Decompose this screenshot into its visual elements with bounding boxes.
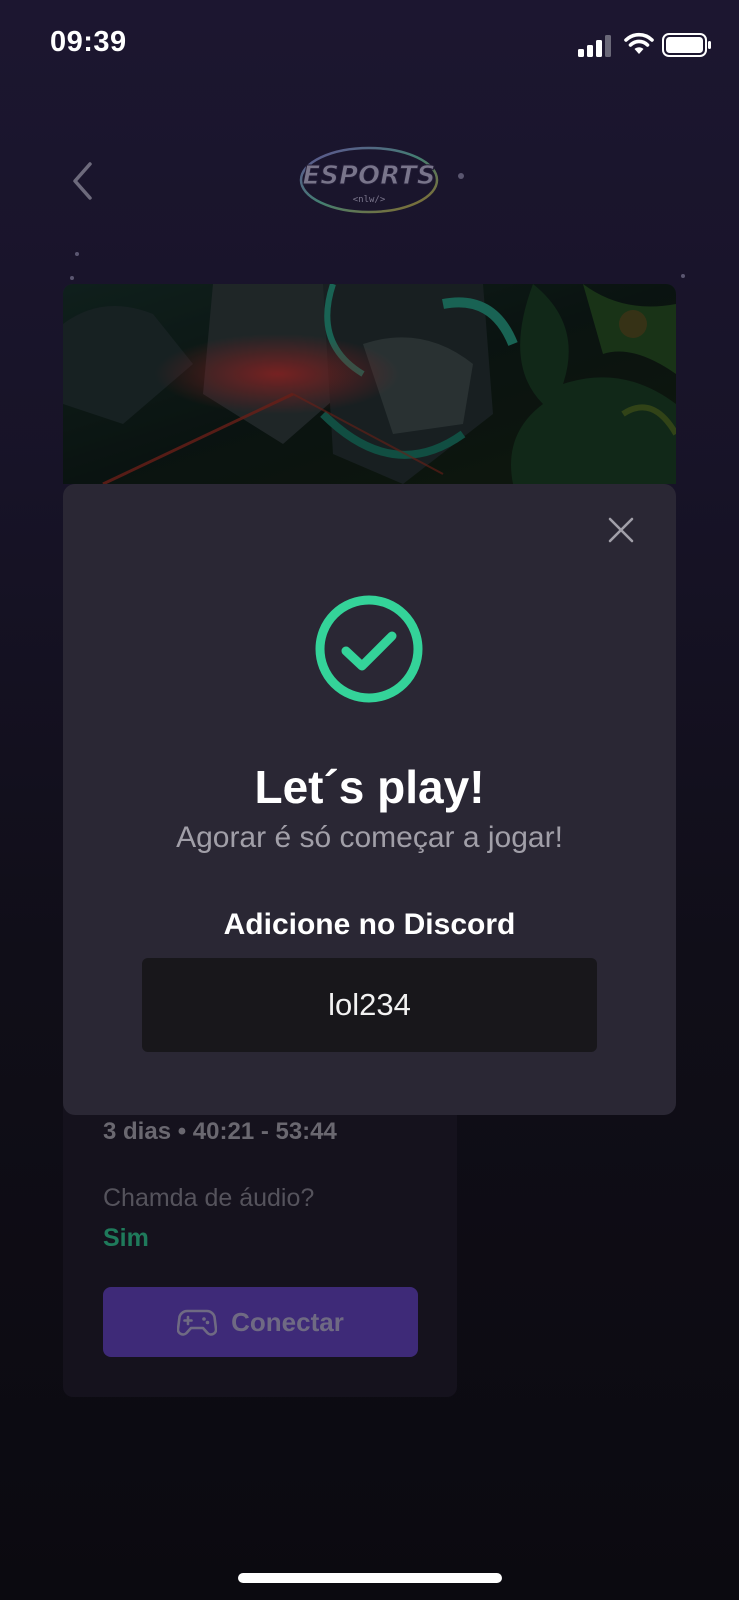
- svg-text:ESPORTS: ESPORTS: [303, 161, 436, 191]
- game-controller-icon: [177, 1309, 218, 1336]
- home-indicator[interactable]: [238, 1573, 502, 1583]
- esports-logo: ESPORTS <nlw/>: [299, 146, 439, 214]
- decorative-dot: [75, 252, 79, 256]
- connect-button[interactable]: Conectar: [103, 1287, 418, 1357]
- modal-subtitle: Agorar é só começar a jogar!: [176, 821, 563, 854]
- wifi-icon: [624, 32, 654, 54]
- status-bar: 09:39: [0, 0, 739, 90]
- discord-id-text: lol234: [328, 987, 411, 1022]
- check-circle-icon: [315, 595, 423, 703]
- decorative-dot: [70, 276, 74, 280]
- ad-audio-value: Sim: [103, 1224, 149, 1252]
- decorative-dot: [681, 274, 685, 278]
- ad-schedule: 3 dias • 40:21 - 53:44: [103, 1118, 337, 1145]
- success-modal: Let´s play! Agorar é só começar a jogar!…: [63, 484, 676, 1115]
- status-time: 09:39: [50, 26, 127, 58]
- discord-label: Adicione no Discord: [223, 908, 516, 941]
- modal-title: Let´s play!: [254, 761, 485, 813]
- chevron-left-icon: [73, 162, 92, 200]
- close-icon: [608, 517, 634, 543]
- cellular-signal-icon: [578, 35, 611, 57]
- discord-id-field[interactable]: lol234: [142, 958, 597, 1052]
- back-button[interactable]: [62, 158, 102, 204]
- decorative-dot: [458, 173, 464, 179]
- svg-text:<nlw/>: <nlw/>: [353, 195, 386, 205]
- game-banner-image: [63, 284, 676, 484]
- connect-button-label: Conectar: [231, 1306, 344, 1337]
- ad-audio-label: Chamda de áudio?: [103, 1184, 315, 1212]
- battery-icon: [662, 33, 711, 57]
- close-button[interactable]: [603, 512, 639, 548]
